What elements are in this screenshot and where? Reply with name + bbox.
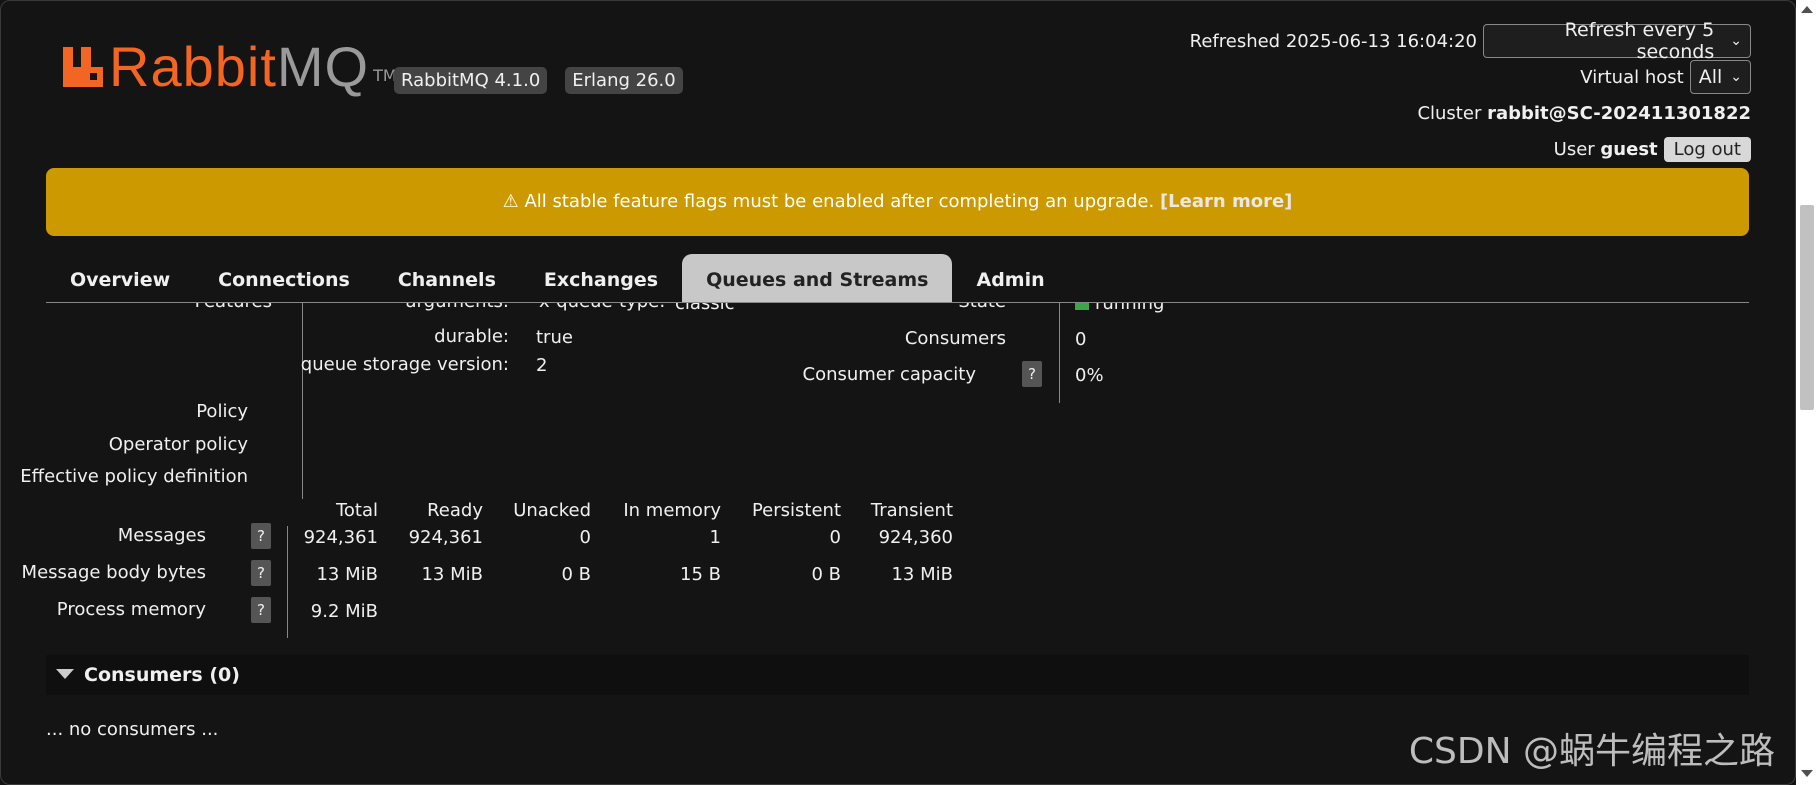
body-bytes-ready: 13 MiB	[421, 564, 483, 585]
storage-version-label: queue storage version:	[300, 354, 509, 375]
body-bytes-in-memory: 15 B	[680, 564, 721, 585]
cluster-label: Cluster	[1417, 102, 1482, 124]
state-value: running	[1075, 303, 1164, 314]
features-label: Features	[195, 303, 272, 312]
body-bytes-unacked: 0 B	[561, 564, 591, 585]
chevron-down-icon: ⌄	[1730, 69, 1742, 85]
process-memory-label: Process memory	[56, 599, 206, 620]
durable-label: durable:	[434, 326, 509, 347]
stats-header-ready: Ready	[427, 500, 483, 521]
refreshed-timestamp: Refreshed 2025-06-13 16:04:20	[1189, 30, 1477, 52]
scroll-down-arrow-icon[interactable]	[1801, 770, 1813, 777]
body-bytes-transient: 13 MiB	[891, 564, 953, 585]
consumer-capacity-help-button[interactable]: ?	[1022, 361, 1042, 387]
state-label: State	[958, 303, 1006, 312]
tab-channels[interactable]: Channels	[374, 254, 520, 302]
scroll-up-arrow-icon[interactable]	[1801, 6, 1813, 13]
body-bytes-total: 13 MiB	[316, 564, 378, 585]
messages-persistent: 0	[829, 527, 841, 548]
consumers-value: 0	[1075, 329, 1087, 350]
consumers-section-header[interactable]: Consumers (0)	[46, 655, 1749, 695]
state-divider	[1059, 303, 1060, 403]
durable-value: true	[536, 327, 573, 348]
app-window: Rabbit MQ TM RabbitMQ 4.1.0 Erlang 26.0 …	[0, 0, 1796, 785]
version-badges: RabbitMQ 4.1.0 Erlang 26.0	[394, 67, 683, 94]
logo-text-rabbit: Rabbit	[109, 35, 277, 98]
queue-details: Features arguments: x-queue-type: classi…	[1, 303, 1781, 784]
consumers-section-title: Consumers (0)	[84, 664, 240, 686]
arguments-type: classic	[675, 303, 735, 314]
stats-header-transient: Transient	[870, 500, 953, 521]
messages-ready: 924,361	[408, 527, 483, 548]
message-body-bytes-help-button[interactable]: ?	[251, 560, 271, 586]
stats-header-in-memory: In memory	[623, 500, 721, 521]
rabbitmq-version-badge: RabbitMQ 4.1.0	[394, 67, 548, 94]
csdn-watermark: CSDN @蜗牛编程之路	[1408, 731, 1775, 772]
refresh-interval-value: Refresh every 5 seconds	[1564, 19, 1715, 63]
user-name: guest	[1600, 138, 1658, 160]
no-consumers-text: ... no consumers ...	[46, 719, 219, 740]
logo-text-mq: MQ	[276, 35, 370, 98]
chevron-down-icon: ⌄	[1730, 33, 1742, 49]
stats-header-persistent: Persistent	[751, 500, 841, 521]
messages-in-memory: 1	[709, 527, 721, 548]
process-memory-total: 9.2 MiB	[310, 601, 378, 622]
collapse-triangle-icon	[56, 669, 74, 679]
tab-admin[interactable]: Admin	[952, 254, 1068, 302]
policy-label: Policy	[196, 401, 248, 422]
body-bytes-persistent: 0 B	[811, 564, 841, 585]
rabbitmq-logo[interactable]: Rabbit MQ TM	[63, 35, 397, 98]
learn-more-link[interactable]: [Learn more]	[1160, 191, 1292, 212]
state-text: running	[1095, 303, 1165, 314]
main-nav-tabs: Overview Connections Channels Exchanges …	[46, 254, 1069, 302]
consumer-capacity-value: 0%	[1075, 365, 1104, 386]
message-body-bytes-label: Message body bytes	[21, 562, 206, 583]
tab-queues-and-streams[interactable]: Queues and Streams	[682, 254, 953, 302]
tab-overview[interactable]: Overview	[46, 254, 194, 302]
consumer-capacity-label: Consumer capacity	[802, 364, 977, 385]
tab-exchanges[interactable]: Exchanges	[520, 254, 682, 302]
page-scrollbar[interactable]	[1796, 0, 1818, 785]
logout-button[interactable]: Log out	[1663, 136, 1751, 162]
consumers-label: Consumers	[904, 328, 1006, 349]
arguments-label: arguments:	[406, 303, 509, 312]
process-memory-help-button[interactable]: ?	[251, 597, 271, 623]
features-divider	[302, 303, 303, 499]
effective-policy-label: Effective policy definition	[20, 466, 248, 487]
virtual-host-label: Virtual host	[1580, 66, 1684, 88]
virtual-host-value: All	[1698, 66, 1723, 88]
messages-total: 924,361	[303, 527, 378, 548]
messages-help-button[interactable]: ?	[251, 523, 271, 549]
scrollbar-thumb[interactable]	[1800, 205, 1814, 410]
tab-connections[interactable]: Connections	[194, 254, 374, 302]
rabbit-logo-icon	[63, 47, 103, 87]
refresh-interval-select[interactable]: Refresh every 5 seconds ⌄	[1483, 19, 1751, 63]
cluster-name: rabbit@SC-202411301822	[1487, 102, 1751, 124]
storage-version-value: 2	[536, 355, 548, 376]
running-status-icon	[1075, 303, 1089, 310]
header-status: Refreshed 2025-06-13 16:04:20 Refresh ev…	[1189, 19, 1751, 167]
feature-flags-banner: ⚠ All stable feature flags must be enabl…	[46, 168, 1749, 236]
operator-policy-label: Operator policy	[108, 434, 248, 455]
stats-divider	[287, 526, 288, 638]
virtual-host-select[interactable]: All ⌄	[1689, 60, 1751, 94]
messages-label: Messages	[117, 525, 206, 546]
banner-text: ⚠ All stable feature flags must be enabl…	[502, 191, 1155, 212]
messages-transient: 924,360	[878, 527, 953, 548]
stats-header-total: Total	[335, 500, 378, 521]
messages-unacked: 0	[579, 527, 591, 548]
stats-header-unacked: Unacked	[513, 500, 591, 521]
user-label: User	[1553, 138, 1595, 160]
arguments-key: x-queue-type:	[539, 303, 665, 312]
erlang-version-badge: Erlang 26.0	[565, 67, 683, 94]
